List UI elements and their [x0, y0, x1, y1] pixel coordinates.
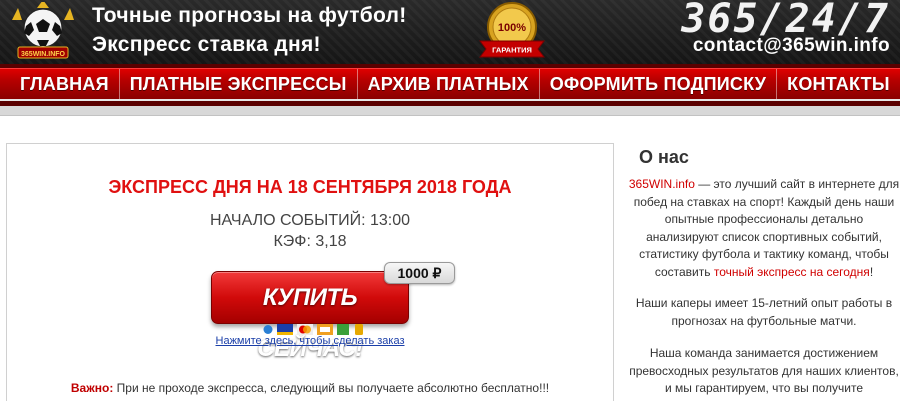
about-title: О нас	[639, 147, 689, 167]
about-paragraph-3: Наша команда занимается достижением прев…	[629, 346, 899, 395]
daily-express-link[interactable]: точный экспресс на сегодня	[714, 265, 870, 279]
about-sidebar: О нас 365WIN.info — это лучший сайт в ин…	[628, 143, 900, 401]
tagline-line1: Точные прогнозы на футбол!	[92, 4, 407, 27]
start-time: 13:00	[370, 212, 411, 229]
badge-label: ГАРАНТИЯ	[492, 46, 532, 55]
odds-label: КЭФ:	[273, 233, 311, 250]
about-text-1: — это лучший сайт в интернете для побед …	[633, 177, 900, 279]
badge-percent: 100%	[498, 22, 526, 34]
nav-item-paid-archive[interactable]: АРХИВ ПЛАТНЫХ	[358, 69, 540, 99]
about-paragraph-2: Наши каперы имеет 15-летний опыт работы …	[635, 296, 893, 328]
nav-item-subscribe[interactable]: ОФОРМИТЬ ПОДПИСКУ	[540, 69, 778, 99]
buy-now-button[interactable]: КУПИТЬ СЕЙЧАС!	[211, 271, 409, 362]
guarantee-note: Важно: При не проходе экспресса, следующ…	[7, 381, 613, 395]
guarantee-badge-icon: 100% ГАРАНТИЯ	[479, 2, 545, 58]
note-bold: Важно:	[70, 381, 114, 395]
payment-globe-icon	[263, 325, 273, 334]
logo-text: 365WIN.INFO	[21, 51, 66, 58]
site-link[interactable]: 365WIN.info	[629, 177, 695, 191]
soccer-ball-logo-icon[interactable]: 365WIN.INFO	[4, 2, 82, 62]
cash-icon	[337, 324, 349, 335]
nav-shadow-bar	[0, 106, 900, 116]
payment-icons	[263, 324, 365, 335]
main-nav: ГЛАВНАЯ ПЛАТНЫЕ ЭКСПРЕССЫ АРХИВ ПЛАТНЫХ …	[0, 68, 900, 101]
order-link[interactable]: Нажмите здесь, чтобы сделать заказ	[7, 335, 613, 347]
note-text: При не проходе экспресса, следующий вы п…	[116, 381, 550, 395]
nav-wrapper: ГЛАВНАЯ ПЛАТНЫЕ ЭКСПРЕССЫ АРХИВ ПЛАТНЫХ …	[0, 64, 900, 106]
nav-item-paid-express[interactable]: ПЛАТНЫЕ ЭКСПРЕССЫ	[120, 69, 358, 99]
wallet-icon	[317, 324, 333, 335]
contact-email[interactable]: contact@365win.info	[693, 35, 890, 57]
tagline-line2: Экспресс ставка дня!	[92, 33, 321, 56]
nav-item-contacts[interactable]: КОНТАКТЫ	[777, 69, 900, 99]
nav-item-home[interactable]: ГЛАВНАЯ	[0, 69, 120, 99]
mobile-pay-icon	[355, 324, 363, 335]
about-paragraph-1: 365WIN.info — это лучший сайт в интернет…	[628, 176, 900, 281]
express-panel: ЭКСПРЕСС ДНЯ НА 18 СЕНТЯБРЯ 2018 ГОДА НА…	[6, 143, 614, 401]
start-time-line: НАЧАЛО СОБЫТИЙ: 13:00	[7, 212, 613, 230]
start-label: НАЧАЛО СОБЫТИЙ:	[209, 212, 366, 229]
odds-value: 3,18	[315, 233, 347, 250]
price-tag: 1000 ₽	[384, 262, 455, 284]
express-title: ЭКСПРЕСС ДНЯ НА 18 СЕНТЯБРЯ 2018 ГОДА	[108, 177, 512, 197]
mastercard-icon	[297, 324, 313, 335]
about-text-1-end: !	[869, 264, 874, 279]
odds-line: КЭФ: 3,18	[7, 233, 613, 251]
visa-icon	[277, 324, 293, 335]
site-header: 365WIN.INFO Точные прогнозы на футбол! Э…	[0, 0, 900, 64]
